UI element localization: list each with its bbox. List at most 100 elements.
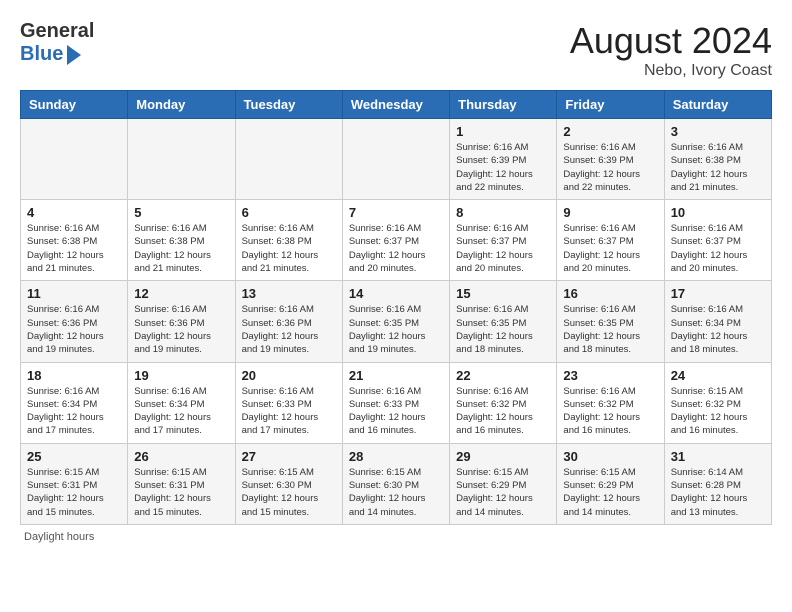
week-row-3: 11 Sunrise: 6:16 AM Sunset: 6:36 PM Dayli…	[21, 281, 772, 362]
calendar-cell: 10Sunrise: 6:16 AM Sunset: 6:37 PM Dayli…	[664, 200, 771, 281]
calendar-cell	[21, 119, 128, 200]
header-day-wednesday: Wednesday	[342, 91, 449, 119]
day-info: Sunrise: 6:16 AM Sunset: 6:37 PM Dayligh…	[563, 222, 657, 275]
calendar-cell	[235, 119, 342, 200]
calendar-cell: 30Sunrise: 6:15 AM Sunset: 6:29 PM Dayli…	[557, 443, 664, 524]
day-info: Sunrise: 6:16 AM Sunset: 6:35 PM Dayligh…	[456, 303, 550, 356]
day-number: 9	[563, 205, 657, 220]
header-day-sunday: Sunday	[21, 91, 128, 119]
day-number: 6	[242, 205, 336, 220]
day-info: Sunrise: 6:16 AM Sunset: 6:34 PM Dayligh…	[134, 385, 228, 438]
day-number: 4	[27, 205, 121, 220]
day-info: Sunrise: 6:15 AM Sunset: 6:30 PM Dayligh…	[349, 466, 443, 519]
calendar-cell: 19 Sunrise: 6:16 AM Sunset: 6:34 PM Dayli…	[128, 362, 235, 443]
title-area: August 2024 Nebo, Ivory Coast	[570, 20, 772, 80]
location-title: Nebo, Ivory Coast	[570, 62, 772, 80]
day-info: Sunrise: 6:16 AM Sunset: 6:35 PM Dayligh…	[563, 303, 657, 356]
day-number: 28	[349, 449, 443, 464]
day-info: Sunrise: 6:15 AM Sunset: 6:29 PM Dayligh…	[456, 466, 550, 519]
day-number: 7	[349, 205, 443, 220]
calendar-cell: 25 Sunrise: 6:15 AM Sunset: 6:31 PM Dayli…	[21, 443, 128, 524]
day-info: Sunrise: 6:16 AM Sunset: 6:33 PM Dayligh…	[242, 385, 336, 438]
day-info: Sunrise: 6:14 AM Sunset: 6:28 PM Dayligh…	[671, 466, 765, 519]
calendar-cell: 11 Sunrise: 6:16 AM Sunset: 6:36 PM Dayli…	[21, 281, 128, 362]
calendar-cell	[128, 119, 235, 200]
calendar-cell: 5Sunrise: 6:16 AM Sunset: 6:38 PM Daylig…	[128, 200, 235, 281]
day-number: 15	[456, 286, 550, 301]
logo-blue: Blue	[20, 43, 63, 66]
calendar-header: SundayMondayTuesdayWednesdayThursdayFrid…	[21, 91, 772, 119]
day-info: Sunrise: 6:16 AM Sunset: 6:39 PM Dayligh…	[563, 141, 657, 194]
day-info: Sunrise: 6:16 AM Sunset: 6:33 PM Dayligh…	[349, 385, 443, 438]
calendar-cell: 7 Sunrise: 6:16 AM Sunset: 6:37 PM Daylig…	[342, 200, 449, 281]
day-info: Sunrise: 6:16 AM Sunset: 6:34 PM Dayligh…	[27, 385, 121, 438]
day-info: Sunrise: 6:16 AM Sunset: 6:36 PM Dayligh…	[242, 303, 336, 356]
day-number: 26	[134, 449, 228, 464]
day-info: Sunrise: 6:16 AM Sunset: 6:35 PM Dayligh…	[349, 303, 443, 356]
calendar-cell: 31 Sunrise: 6:14 AM Sunset: 6:28 PM Dayli…	[664, 443, 771, 524]
week-row-1: 1 Sunrise: 6:16 AM Sunset: 6:39 PM Daylig…	[21, 119, 772, 200]
day-number: 31	[671, 449, 765, 464]
calendar-cell: 3 Sunrise: 6:16 AM Sunset: 6:38 PM Daylig…	[664, 119, 771, 200]
calendar-cell: 8Sunrise: 6:16 AM Sunset: 6:37 PM Daylig…	[450, 200, 557, 281]
calendar-cell: 14 Sunrise: 6:16 AM Sunset: 6:35 PM Dayli…	[342, 281, 449, 362]
logo: General Blue	[20, 20, 94, 66]
day-number: 23	[563, 368, 657, 383]
day-info: Sunrise: 6:16 AM Sunset: 6:38 PM Dayligh…	[671, 141, 765, 194]
calendar-cell: 15 Sunrise: 6:16 AM Sunset: 6:35 PM Dayli…	[450, 281, 557, 362]
day-info: Sunrise: 6:16 AM Sunset: 6:32 PM Dayligh…	[456, 385, 550, 438]
day-number: 19	[134, 368, 228, 383]
week-row-4: 18Sunrise: 6:16 AM Sunset: 6:34 PM Dayli…	[21, 362, 772, 443]
day-number: 24	[671, 368, 765, 383]
logo-arrow-icon	[67, 45, 81, 65]
day-info: Sunrise: 6:15 AM Sunset: 6:32 PM Dayligh…	[671, 385, 765, 438]
calendar-cell: 28 Sunrise: 6:15 AM Sunset: 6:30 PM Dayli…	[342, 443, 449, 524]
calendar-cell: 21Sunrise: 6:16 AM Sunset: 6:33 PM Dayli…	[342, 362, 449, 443]
footer: Daylight hours	[20, 531, 772, 543]
day-number: 30	[563, 449, 657, 464]
day-info: Sunrise: 6:16 AM Sunset: 6:36 PM Dayligh…	[134, 303, 228, 356]
header-day-tuesday: Tuesday	[235, 91, 342, 119]
day-number: 12	[134, 286, 228, 301]
day-number: 22	[456, 368, 550, 383]
day-info: Sunrise: 6:16 AM Sunset: 6:39 PM Dayligh…	[456, 141, 550, 194]
day-number: 29	[456, 449, 550, 464]
day-info: Sunrise: 6:15 AM Sunset: 6:30 PM Dayligh…	[242, 466, 336, 519]
day-info: Sunrise: 6:15 AM Sunset: 6:31 PM Dayligh…	[134, 466, 228, 519]
day-number: 20	[242, 368, 336, 383]
header-day-monday: Monday	[128, 91, 235, 119]
calendar-cell: 12 Sunrise: 6:16 AM Sunset: 6:36 PM Dayli…	[128, 281, 235, 362]
calendar-cell: 18Sunrise: 6:16 AM Sunset: 6:34 PM Dayli…	[21, 362, 128, 443]
day-number: 16	[563, 286, 657, 301]
header-day-friday: Friday	[557, 91, 664, 119]
day-number: 13	[242, 286, 336, 301]
logo-general: General	[20, 20, 94, 43]
header-day-saturday: Saturday	[664, 91, 771, 119]
day-number: 25	[27, 449, 121, 464]
header-row: SundayMondayTuesdayWednesdayThursdayFrid…	[21, 91, 772, 119]
calendar-cell: 20 Sunrise: 6:16 AM Sunset: 6:33 PM Dayli…	[235, 362, 342, 443]
day-info: Sunrise: 6:16 AM Sunset: 6:37 PM Dayligh…	[671, 222, 765, 275]
calendar-cell: 24 Sunrise: 6:15 AM Sunset: 6:32 PM Dayli…	[664, 362, 771, 443]
day-info: Sunrise: 6:16 AM Sunset: 6:36 PM Dayligh…	[27, 303, 121, 356]
day-info: Sunrise: 6:15 AM Sunset: 6:31 PM Dayligh…	[27, 466, 121, 519]
calendar-body: 1 Sunrise: 6:16 AM Sunset: 6:39 PM Daylig…	[21, 119, 772, 525]
day-info: Sunrise: 6:16 AM Sunset: 6:38 PM Dayligh…	[242, 222, 336, 275]
day-info: Sunrise: 6:16 AM Sunset: 6:37 PM Dayligh…	[349, 222, 443, 275]
day-number: 8	[456, 205, 550, 220]
day-number: 14	[349, 286, 443, 301]
calendar-table: SundayMondayTuesdayWednesdayThursdayFrid…	[20, 90, 772, 525]
header-day-thursday: Thursday	[450, 91, 557, 119]
week-row-2: 4 Sunrise: 6:16 AM Sunset: 6:38 PM Daylig…	[21, 200, 772, 281]
day-number: 27	[242, 449, 336, 464]
week-row-5: 25 Sunrise: 6:15 AM Sunset: 6:31 PM Dayli…	[21, 443, 772, 524]
calendar-cell: 17Sunrise: 6:16 AM Sunset: 6:34 PM Dayli…	[664, 281, 771, 362]
day-number: 11	[27, 286, 121, 301]
calendar-cell: 1 Sunrise: 6:16 AM Sunset: 6:39 PM Daylig…	[450, 119, 557, 200]
day-number: 1	[456, 124, 550, 139]
calendar-cell: 29 Sunrise: 6:15 AM Sunset: 6:29 PM Dayli…	[450, 443, 557, 524]
calendar-cell: 22 Sunrise: 6:16 AM Sunset: 6:32 PM Dayli…	[450, 362, 557, 443]
day-info: Sunrise: 6:16 AM Sunset: 6:38 PM Dayligh…	[134, 222, 228, 275]
calendar-cell: 26 Sunrise: 6:15 AM Sunset: 6:31 PM Dayli…	[128, 443, 235, 524]
day-number: 3	[671, 124, 765, 139]
